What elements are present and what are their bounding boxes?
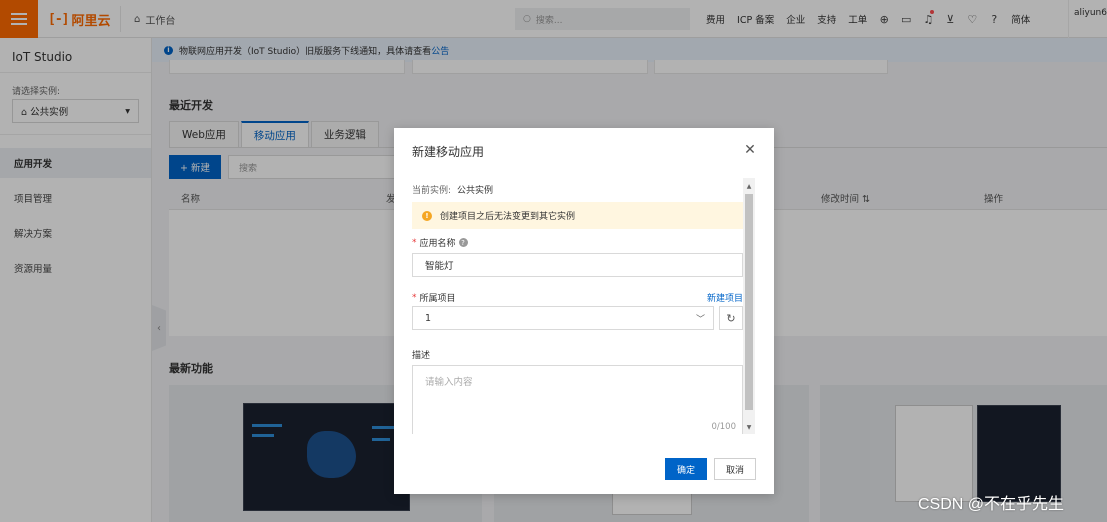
desc-label: 描述 bbox=[412, 351, 431, 361]
project-select[interactable]: 1 ﹀ bbox=[412, 306, 714, 330]
required-mark: * bbox=[412, 237, 417, 248]
description-placeholder: 请输入内容 bbox=[425, 377, 473, 388]
scroll-up-icon[interactable]: ▲ bbox=[745, 182, 753, 190]
dialog-body: 当前实例: 公共实例 ! 创建项目之后无法变更到其它实例 * 应用名称 ? 智能灯… bbox=[412, 178, 743, 434]
help-icon[interactable]: ? bbox=[458, 238, 468, 247]
dialog-title: 新建移动应用 bbox=[412, 145, 485, 159]
current-instance-value: 公共实例 bbox=[457, 186, 494, 196]
cancel-button[interactable]: 取消 bbox=[714, 458, 756, 480]
current-instance: 当前实例: 公共实例 bbox=[412, 183, 493, 196]
char-counter: 0/100 bbox=[711, 422, 737, 432]
watermark: CSDN @不在乎先生 bbox=[918, 496, 1065, 513]
project-label-text: 所属项目 bbox=[419, 294, 456, 304]
project-select-value: 1 bbox=[425, 312, 432, 324]
new-mobile-app-dialog: 新建移动应用 ✕ 当前实例: 公共实例 ! 创建项目之后无法变更到其它实例 * 应… bbox=[394, 128, 774, 494]
new-project-link[interactable]: 新建项目 bbox=[707, 291, 743, 304]
app-name-input[interactable]: 智能灯 bbox=[412, 253, 743, 277]
description-textarea[interactable]: 请输入内容 0/100 bbox=[412, 365, 743, 434]
refresh-icon[interactable]: ↻ bbox=[719, 306, 743, 330]
app-name-label-text: 应用名称 bbox=[419, 239, 456, 249]
warning-icon: ! bbox=[422, 210, 432, 221]
app-name-label: * 应用名称 ? bbox=[412, 236, 468, 249]
confirm-button[interactable]: 确定 bbox=[665, 458, 707, 480]
scrollbar-thumb[interactable] bbox=[745, 194, 753, 410]
close-icon[interactable]: ✕ bbox=[742, 142, 758, 158]
project-label: * 所属项目 bbox=[412, 291, 456, 305]
chevron-down-icon: ﹀ bbox=[695, 315, 705, 325]
scroll-down-icon[interactable]: ▼ bbox=[745, 423, 753, 431]
required-mark: * bbox=[412, 292, 417, 303]
current-instance-label: 当前实例: bbox=[412, 186, 452, 196]
warning-alert: ! 创建项目之后无法变更到其它实例 bbox=[412, 202, 743, 229]
warning-text: 创建项目之后无法变更到其它实例 bbox=[440, 212, 576, 222]
